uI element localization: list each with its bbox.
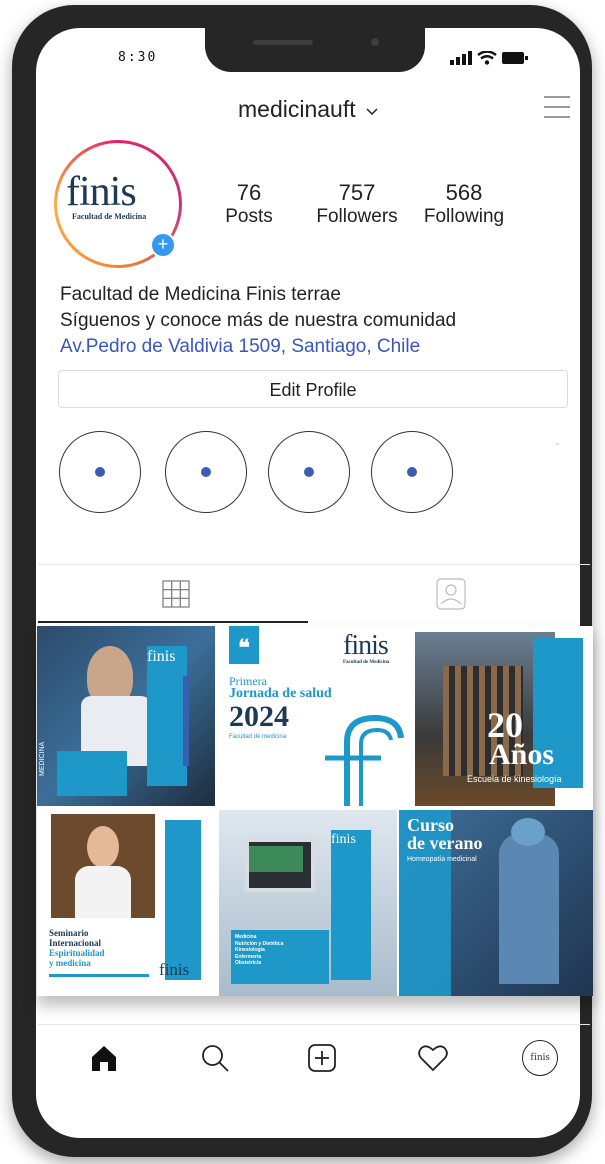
heart-icon[interactable] [413,1038,453,1078]
stat-posts[interactable]: 76 Posts [215,180,283,228]
post2-logo: finis [343,630,389,661]
post-tile[interactable]: finis Medicina Nutrición y Dietética Kin… [219,810,397,996]
search-icon[interactable] [195,1038,235,1078]
post6-line2: de verano [407,833,483,853]
post4-line1: Seminario [49,928,89,938]
post1-vertical: MEDICINA [39,741,46,776]
post4-line3: Espiritualidad [49,948,105,958]
grid-view-icon[interactable] [162,580,190,608]
add-post-icon[interactable] [302,1038,342,1078]
post1-logo: finis [147,648,176,665]
status-time: 8:30 [118,50,158,65]
post-tile[interactable]: 20 Años Escuela de kinesiología [415,626,593,806]
chevron-down-icon [366,108,378,116]
tabs-divider [38,564,590,565]
post-tile[interactable]: ❝ finis Facultad de Medicina Primera Jor… [217,626,413,806]
post5-logo: finis [331,832,356,847]
followers-count: 757 [338,180,376,205]
bio-location-link[interactable]: Av.Pedro de Valdivia 1509, Santiago, Chi… [60,334,456,360]
profile-username[interactable]: medicinauft [238,96,378,123]
hamburger-menu-icon[interactable] [544,96,570,122]
posts-label: Posts [225,206,273,227]
nav-avatar-text: finis [522,1040,558,1076]
post2-quote-icon: ❝ [229,626,259,664]
post3-word: Años [489,738,555,771]
bio-name: Facultad de Medicina Finis terrae [60,284,341,305]
post-tile[interactable]: Curso de verano Homeopatía medicinal [399,810,593,996]
stat-followers[interactable]: 757 Followers [308,180,406,228]
status-icons [450,50,528,66]
battery-icon [502,52,528,64]
story-highlight[interactable] [165,431,247,513]
story-highlight[interactable] [59,431,141,513]
add-story-plus-icon[interactable]: + [150,232,176,258]
avatar-logo-subtitle: Facultad de Medicina [72,212,147,221]
posts-count: 76 [236,180,262,205]
active-tab-indicator [38,621,308,623]
post4-line2: Internacional [49,938,102,948]
bottom-nav-divider [38,1024,590,1025]
bio-tagline: Síguenos y conoce más de nuestra comunid… [60,310,457,331]
stat-following[interactable]: 568 Following [418,180,510,228]
following-label: Following [423,206,505,227]
post2-year: 2024 [229,700,289,733]
profile-avatar-icon[interactable]: finis [520,1038,560,1078]
username-text: medicinauft [238,96,356,122]
home-icon[interactable] [84,1038,124,1078]
tagged-photos-icon[interactable] [436,578,466,610]
post2-footer: Facultad de medicina [229,734,287,740]
post-tile[interactable]: finis MEDICINA [37,626,215,806]
story-highlight[interactable] [371,431,453,513]
post2-logo-sub: Facultad de Medicina [343,660,390,665]
story-highlight[interactable] [268,431,350,513]
finis-f-mark-icon [325,714,404,806]
following-count: 568 [445,180,483,205]
post3-caption: Escuela de kinesiología [467,774,562,784]
post6-line1: Curso [407,815,455,835]
avatar-logo-text: finis [66,169,137,215]
edit-profile-button[interactable]: Edit Profile [58,370,568,408]
post5-list5: Obstetricia [235,960,262,966]
followers-label: Followers [316,206,398,227]
post4-line4: y medicina [49,958,91,968]
post6-sub: Homeopatía medicinal [407,856,477,863]
post-tile[interactable]: Seminario Internacional Espiritualidad y… [37,810,215,996]
signal-icon [450,51,472,65]
phone-notch [205,28,425,72]
highlights-chevron-icon: ⌄ [553,437,562,448]
posts-grid: finis MEDICINA ❝ finis Facultad de Medic… [37,626,593,996]
wifi-icon [477,51,497,65]
profile-bio: Facultad de Medicina Finis terrae Síguen… [60,282,456,360]
post4-logo: finis [159,960,190,979]
